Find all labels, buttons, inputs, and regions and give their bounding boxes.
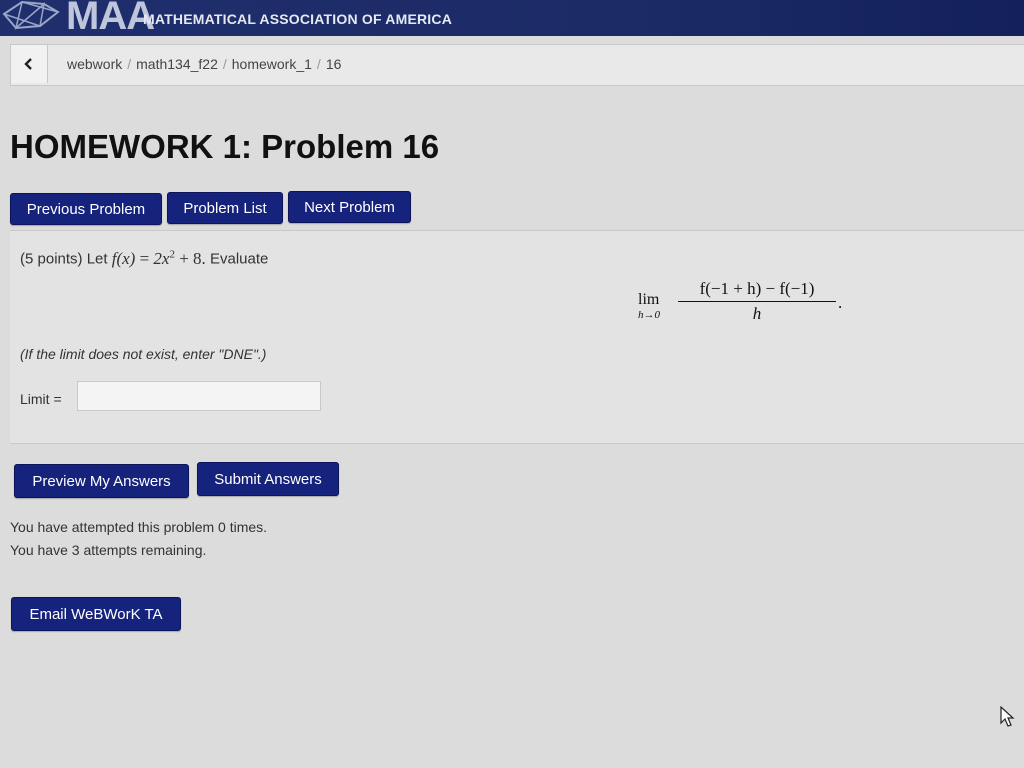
breadcrumb-item-set[interactable]: homework_1: [232, 56, 312, 72]
function-rhs: 2x: [153, 248, 170, 268]
attempts-made-text: You have attempted this problem 0 times.: [10, 519, 268, 535]
next-problem-button[interactable]: Next Problem: [288, 191, 411, 223]
quotient-denominator: h: [752, 304, 762, 323]
breadcrumb-item-webwork[interactable]: webwork: [67, 56, 122, 72]
submit-answers-button[interactable]: Submit Answers: [197, 462, 339, 496]
function-tail: + 8.: [179, 248, 206, 268]
evaluate-text: Evaluate: [209, 250, 269, 268]
attempts-remaining-text: You have 3 attempts remaining.: [10, 542, 207, 558]
previous-problem-button[interactable]: Previous Problem: [10, 193, 162, 225]
chevron-left-icon: [24, 58, 32, 70]
limit-answer-input[interactable]: [77, 381, 321, 411]
breadcrumb-separator: /: [222, 56, 227, 72]
problem-list-button[interactable]: Problem List: [167, 192, 283, 224]
breadcrumb-separator: /: [127, 56, 132, 72]
email-ta-button[interactable]: Email WeBWorK TA: [11, 597, 181, 631]
limit-word: lim: [638, 291, 660, 308]
maa-logo-icon: [2, 0, 60, 31]
fraction-bar: [678, 301, 836, 302]
breadcrumb: webwork / math134_f22/homework_1/16: [10, 44, 1024, 86]
function-definition: f(x) = 2x2 + 8.: [111, 248, 206, 268]
breadcrumb-item-course[interactable]: math134_f22: [136, 56, 218, 72]
maa-logo-text: MAA: [66, 0, 155, 38]
problem-points: (5 points) Let: [20, 250, 108, 268]
dne-hint: (If the limit does not exist, enter "DNE…: [20, 346, 267, 362]
limit-subscript: h→0: [638, 309, 660, 321]
organization-name: MATHEMATICAL ASSOCIATION OF AMERICA: [143, 11, 453, 27]
mouse-cursor-icon: [1000, 706, 1015, 727]
breadcrumb-item-problem: 16: [325, 56, 342, 72]
breadcrumb-separator: /: [316, 56, 321, 72]
function-lhs: f(x): [111, 248, 136, 268]
quotient-numerator: f(−1 + h) − f(−1): [699, 279, 815, 298]
function-exponent: 2: [169, 248, 175, 260]
difference-quotient: f(−1 + h) − f(−1) h: [678, 279, 836, 324]
breadcrumb-trail: webwork / math134_f22/homework_1/16: [67, 56, 341, 72]
limit-label: Limit =: [20, 391, 62, 407]
page-title: HOMEWORK 1: Problem 16: [10, 128, 440, 165]
attempt-info: You have attempted this problem 0 times.…: [10, 516, 267, 562]
limit-period: .: [838, 293, 843, 312]
problem-statement: (5 points) Let f(x) = 2x2 + 8. Evaluate: [20, 248, 268, 269]
back-button[interactable]: [11, 45, 48, 83]
problem-panel: (5 points) Let f(x) = 2x2 + 8. Evaluate …: [10, 230, 1024, 444]
preview-answers-button[interactable]: Preview My Answers: [14, 464, 189, 498]
top-banner: MAA MATHEMATICAL ASSOCIATION OF AMERICA: [0, 0, 1024, 38]
